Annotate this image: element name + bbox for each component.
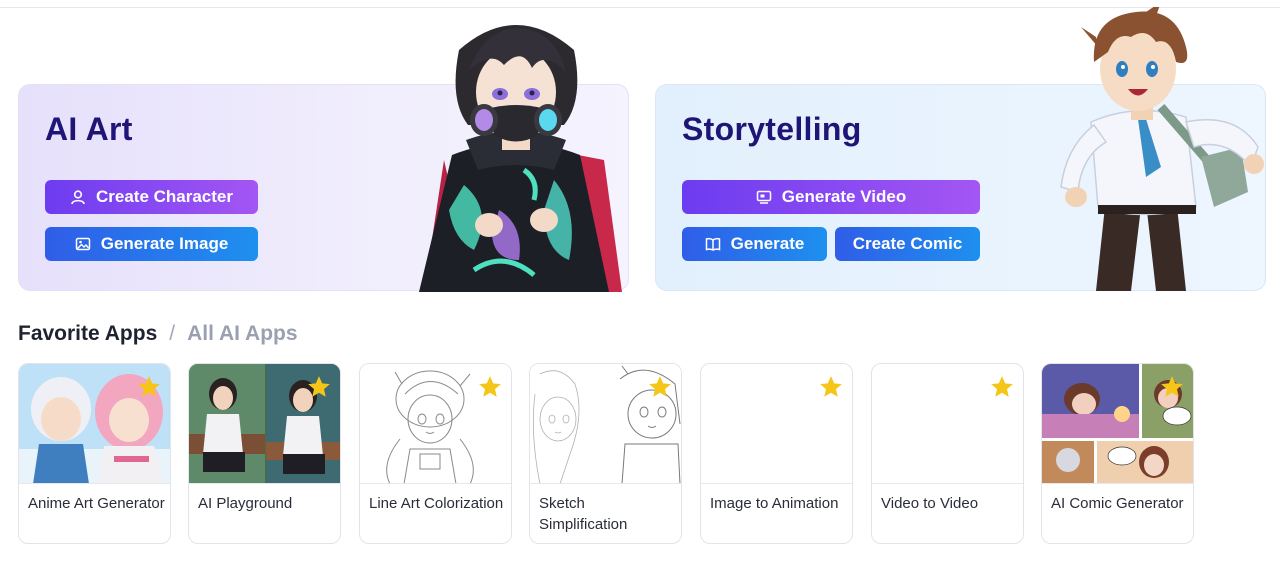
apps-section-header: Favorite Apps / All AI Apps — [18, 322, 298, 346]
storytelling-banner: Storytelling Generate Video Generate Cre… — [655, 7, 1266, 291]
favorite-star-icon[interactable] — [818, 374, 844, 400]
favorite-star-icon[interactable] — [136, 374, 162, 400]
image-icon — [75, 237, 90, 251]
app-title: Image to Animation — [710, 495, 839, 512]
app-card-anime-art-generator[interactable]: Anime Art Generator — [18, 363, 171, 544]
app-title: Anime Art Generator — [28, 495, 165, 512]
app-title: AI Comic Generator — [1051, 495, 1184, 512]
app-title: AI Playground — [198, 495, 293, 512]
favorite-star-icon[interactable] — [1159, 374, 1185, 400]
app-card-sketch-simplification[interactable]: Sketch Simplification — [529, 363, 682, 544]
anime-boy-illustration — [1060, 7, 1264, 291]
generate-video-button[interactable]: Generate Video — [682, 180, 980, 214]
tab-separator: / — [169, 322, 176, 345]
favorite-star-icon[interactable] — [989, 374, 1015, 400]
ai-art-banner: AI Art Create Character Generate Image — [18, 25, 629, 292]
app-card-ai-playground[interactable]: AI Playground — [188, 363, 341, 544]
create-comic-button[interactable]: Create Comic — [835, 227, 980, 261]
create-character-button[interactable]: Create Character — [45, 180, 258, 214]
app-card-image-to-animation[interactable]: Image to Animation — [700, 363, 853, 544]
app-card-ai-comic-generator[interactable]: AI Comic Generator — [1041, 363, 1194, 544]
person-icon — [71, 190, 85, 205]
app-card-line-art-colorization[interactable]: Line Art Colorization — [359, 363, 512, 544]
tab-all-ai-apps[interactable]: All AI Apps — [187, 322, 297, 346]
book-icon — [705, 237, 720, 251]
generate-image-label: Generate Image — [100, 234, 229, 253]
favorite-star-icon[interactable] — [647, 374, 673, 400]
anime-girl-illustration — [419, 25, 622, 292]
video-icon — [756, 190, 772, 204]
favorite-star-icon[interactable] — [306, 374, 332, 400]
app-title: Video to Video — [881, 495, 979, 512]
ai-art-title: AI Art — [45, 111, 133, 147]
storytelling-title: Storytelling — [682, 111, 862, 147]
app-card-video-to-video[interactable]: Video to Video — [871, 363, 1024, 544]
create-character-label: Create Character — [95, 187, 233, 206]
generate-video-label: Generate Video — [781, 187, 907, 206]
generate-story-label: Generate — [730, 234, 805, 253]
generate-story-button[interactable]: Generate — [682, 227, 827, 261]
favorite-star-icon[interactable] — [477, 374, 503, 400]
app-title: Line Art Colorization — [369, 495, 504, 512]
tab-favorite-apps[interactable]: Favorite Apps — [18, 322, 157, 346]
app-title: Sketch Simplification — [539, 495, 628, 533]
create-comic-label: Create Comic — [852, 234, 963, 253]
generate-image-button[interactable]: Generate Image — [45, 227, 258, 261]
